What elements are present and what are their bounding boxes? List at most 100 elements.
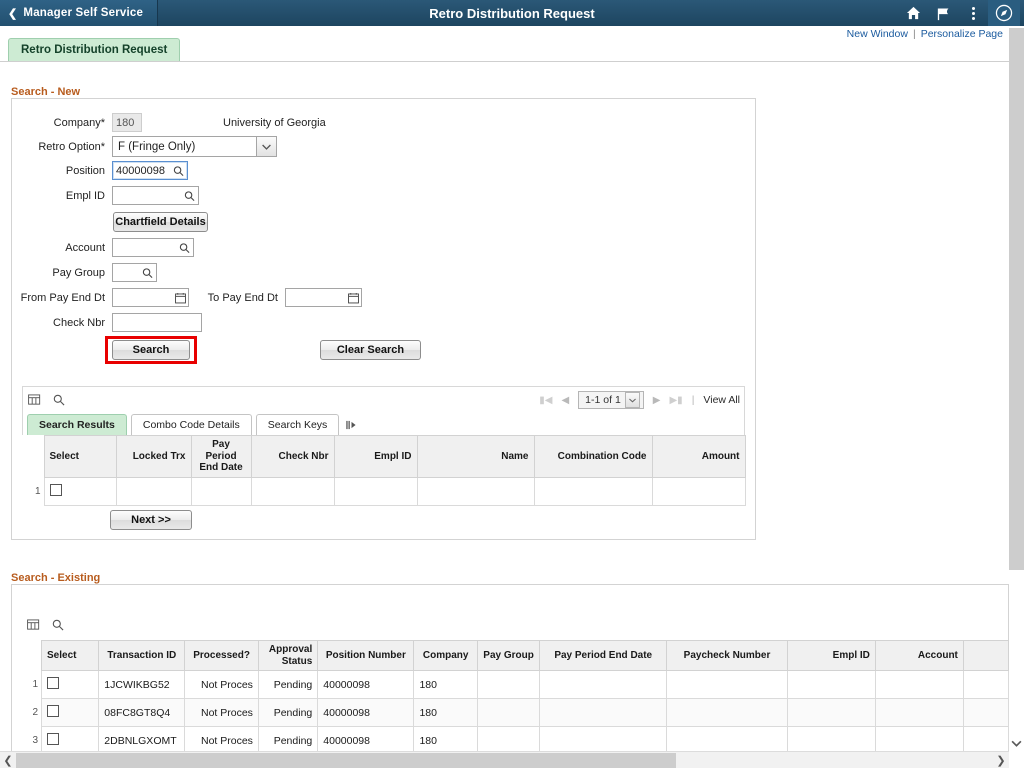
actions-menu-icon[interactable]: [958, 0, 988, 26]
existing-row-number: 2: [19, 698, 42, 727]
check-nbr-input[interactable]: [112, 313, 202, 332]
existing-pay-period-end-date-cell: [539, 698, 668, 727]
pay-group-lookup-icon[interactable]: [142, 267, 153, 278]
empl-id-lookup-icon[interactable]: [184, 190, 195, 201]
col-ex-transaction-id: Transaction ID: [98, 640, 186, 671]
tab-search-results[interactable]: Search Results: [27, 414, 127, 435]
horizontal-scroll-track[interactable]: [16, 752, 993, 768]
position-lookup-icon[interactable]: [173, 165, 184, 176]
chartfield-details-button[interactable]: Chartfield Details: [113, 212, 208, 232]
next-button[interactable]: Next >>: [110, 510, 192, 530]
back-label: Manager Self Service: [23, 7, 144, 19]
search-results-table: Select Locked Trx Pay Period End Date Ch…: [22, 435, 746, 506]
chartfield-details-label: Chartfield Details: [115, 216, 206, 228]
results-row-number: 1: [22, 477, 44, 505]
previous-page-icon[interactable]: ◀: [561, 395, 569, 406]
scroll-right-chevron-right-icon[interactable]: ❯: [993, 754, 1009, 767]
check-nbr-row: Check Nbr: [11, 313, 391, 332]
horizontal-scroll-thumb[interactable]: [16, 752, 676, 768]
existing-select-cell: [40, 670, 100, 699]
scroll-left-chevron-left-icon[interactable]: ❮: [0, 754, 16, 767]
results-rownum-header: [22, 435, 44, 477]
tab-search-keys-label: Search Keys: [267, 419, 328, 431]
horizontal-scrollbar[interactable]: ❮ ❯: [0, 751, 1009, 768]
view-all-link[interactable]: View All: [703, 394, 740, 406]
existing-transaction-id-cell: 08FC8GT8Q4: [98, 698, 186, 727]
retro-option-select[interactable]: F (Fringe Only): [112, 136, 277, 157]
check-nbr-label: Check Nbr: [53, 316, 105, 329]
search-button-label: Search: [132, 344, 170, 356]
results-name-cell: [416, 476, 535, 506]
vertical-scrollbar[interactable]: [1009, 26, 1024, 768]
existing-position-number-cell: 40000098: [317, 670, 415, 699]
retro-distribution-request-page: ❮ Manager Self Service Retro Distributio…: [0, 0, 1024, 768]
company-field: 180: [112, 113, 142, 132]
to-pay-end-dt-label: To Pay End Dt: [207, 291, 278, 304]
navbar-icon[interactable]: [988, 0, 1020, 26]
vertical-scroll-thumb[interactable]: [1009, 28, 1024, 570]
row-select-checkbox[interactable]: [47, 705, 59, 717]
next-page-icon[interactable]: ▶: [653, 395, 661, 406]
chevron-down-icon: [256, 137, 276, 156]
empl-id-row: Empl ID: [11, 186, 391, 205]
search-existing-table: Select Transaction ID Processed? Approva…: [19, 640, 1010, 755]
from-pay-end-dt-calendar-icon[interactable]: [175, 292, 186, 303]
results-combination-code-cell: [533, 476, 653, 506]
row-select-checkbox[interactable]: [49, 483, 62, 496]
company-description: University of Georgia: [223, 116, 326, 129]
page-tab-strip: Retro Distribution Request: [0, 38, 1009, 62]
existing-extra-cell: [962, 698, 1010, 727]
flag-icon[interactable]: [928, 0, 958, 26]
col-select: Select: [43, 435, 117, 478]
col-amount: Amount: [651, 435, 746, 478]
tab-search-results-label: Search Results: [39, 419, 115, 431]
back-to-manager-self-service[interactable]: ❮ Manager Self Service: [0, 0, 159, 26]
retro-option-label: Retro Option*: [38, 140, 105, 153]
grid-find-icon[interactable]: [53, 394, 65, 406]
company-label: Company*: [53, 116, 105, 129]
results-locked-trx-cell: [115, 476, 192, 506]
last-page-icon[interactable]: ▶▮: [669, 395, 682, 406]
tab-search-keys[interactable]: Search Keys: [255, 414, 340, 435]
retro-option-value: F (Fringe Only): [118, 140, 196, 153]
tab-combo-code-details[interactable]: Combo Code Details: [130, 414, 252, 435]
search-new-section-label: Search - New: [11, 86, 81, 98]
existing-paycheck-number-cell: [666, 698, 788, 727]
existing-row-number: 1: [19, 670, 42, 699]
search-button[interactable]: Search: [112, 340, 190, 360]
first-page-icon[interactable]: ▮◀: [539, 395, 552, 406]
col-locked-trx: Locked Trx: [115, 435, 192, 478]
app-header: ❮ Manager Self Service Retro Distributio…: [0, 0, 1024, 26]
results-grid-toolbar: ▮◀ ◀ 1-1 of 1 ▶ ▶▮ | View All: [28, 391, 740, 409]
page-range-chevron-down-icon[interactable]: [624, 392, 640, 408]
account-lookup-icon[interactable]: [179, 242, 190, 253]
pay-end-date-row: From Pay End Dt To Pay End Dt: [11, 288, 431, 307]
existing-grid-find-icon[interactable]: [52, 619, 64, 631]
existing-header-row: Select Transaction ID Processed? Approva…: [19, 640, 1010, 671]
clear-search-button[interactable]: Clear Search: [320, 340, 421, 360]
tab-retro-distribution-request[interactable]: Retro Distribution Request: [8, 38, 181, 61]
page-range-box[interactable]: 1-1 of 1: [578, 391, 644, 409]
existing-grid-personalize-icon[interactable]: [27, 619, 40, 631]
table-row: 1 1JCWIKBG52 Not Proces Pending 40000098…: [19, 670, 1010, 699]
existing-processed-cell: Not Proces: [184, 670, 259, 699]
existing-rownum-header: [19, 640, 42, 671]
scroll-down-chevron-down-icon[interactable]: [1009, 735, 1024, 751]
grid-personalize-icon[interactable]: [28, 394, 41, 406]
row-select-checkbox[interactable]: [47, 677, 59, 689]
row-select-checkbox[interactable]: [47, 733, 59, 745]
existing-empl-id-cell: [786, 670, 876, 699]
col-empl-id: Empl ID: [333, 435, 418, 478]
existing-grid-toolbar: [27, 616, 997, 634]
col-ex-company: Company: [413, 640, 478, 671]
company-row: Company* 180 University of Georgia: [11, 113, 431, 132]
search-existing-section-label: Search - Existing: [11, 572, 101, 584]
home-icon[interactable]: [898, 0, 928, 26]
to-pay-end-dt-calendar-icon[interactable]: [348, 292, 359, 303]
tab-overflow-icon[interactable]: [343, 414, 357, 435]
col-ex-processed: Processed?: [184, 640, 259, 671]
col-ex-extra: [962, 640, 1010, 671]
position-label: Position: [65, 164, 105, 177]
company-value: 180: [116, 116, 135, 129]
results-header-row: Select Locked Trx Pay Period End Date Ch…: [22, 435, 746, 478]
